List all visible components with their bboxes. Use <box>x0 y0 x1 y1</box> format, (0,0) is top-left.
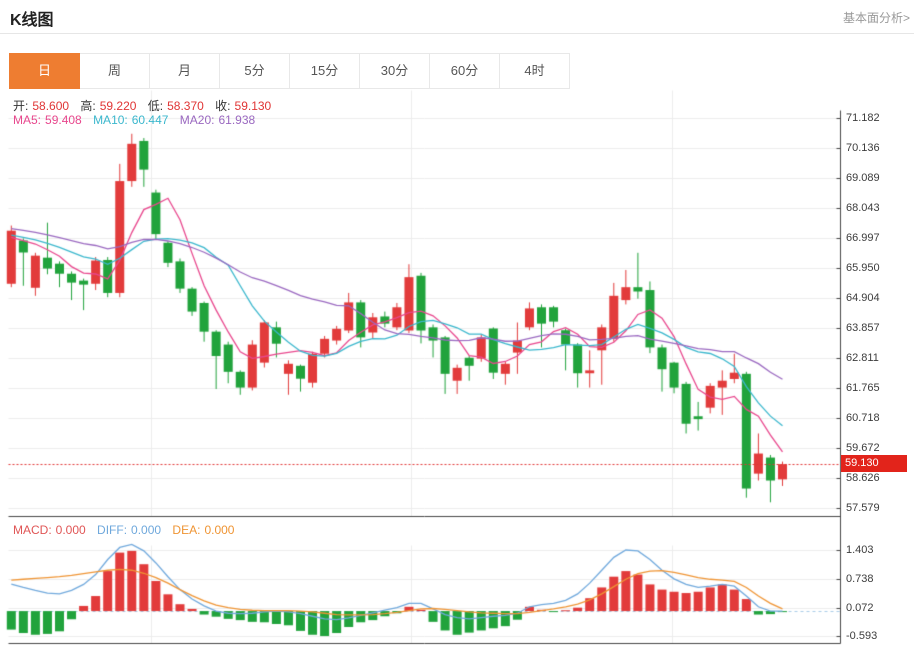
price-axis-label: 61.765 <box>846 382 880 394</box>
price-axis-label: 71.182 <box>846 112 880 124</box>
price-axis-label: 65.950 <box>846 262 880 274</box>
ohlc-high-value: 59.220 <box>100 99 137 113</box>
ma20-value: 61.938 <box>218 113 255 127</box>
tab-5min[interactable]: 5分 <box>219 53 290 89</box>
fundamental-analysis-link[interactable]: 基本面分析> <box>843 9 910 26</box>
macd-axis-label: -0.593 <box>846 630 877 642</box>
period-tabs: 日周月5分15分30分60分4时 <box>10 53 570 89</box>
tab-60min[interactable]: 60分 <box>429 53 500 89</box>
tab-week[interactable]: 周 <box>79 53 150 89</box>
macd-value: 0.000 <box>56 523 86 537</box>
ma10-value: 60.447 <box>132 113 169 127</box>
diff-value: 0.000 <box>131 523 161 537</box>
tab-4hour[interactable]: 4时 <box>499 53 570 89</box>
tab-30min[interactable]: 30分 <box>359 53 430 89</box>
ohlc-high-label: 高: <box>80 99 95 113</box>
ohlc-low-label: 低: <box>148 99 163 113</box>
macd-axis-label: 0.738 <box>846 573 874 585</box>
macd-axis-label: 1.403 <box>846 544 874 556</box>
tab-15min[interactable]: 15分 <box>289 53 360 89</box>
diff-label: DIFF: <box>97 523 127 537</box>
price-axis-label: 58.626 <box>846 472 880 484</box>
ohlc-open-label: 开: <box>13 99 28 113</box>
ohlc-open-value: 58.600 <box>32 99 69 113</box>
macd-axis-label: 0.072 <box>846 602 874 614</box>
current-price-badge: 59.130 <box>841 455 907 472</box>
macd-info-row: MACD: 0.000 DIFF: 0.000 DEA: 0.000 <box>13 523 242 537</box>
ma5-value: 59.408 <box>45 113 82 127</box>
price-axis-label: 68.043 <box>846 202 880 214</box>
price-axis-label: 70.136 <box>846 142 880 154</box>
page-title: K线图 <box>10 6 54 30</box>
header-divider <box>0 33 914 34</box>
dea-value: 0.000 <box>204 523 234 537</box>
price-axis-label: 62.811 <box>846 352 879 364</box>
tab-day[interactable]: 日 <box>9 53 80 89</box>
price-axis-label: 66.997 <box>846 232 880 244</box>
ohlc-close-value: 59.130 <box>235 99 272 113</box>
ohlc-close-label: 收: <box>215 99 230 113</box>
price-axis-label: 63.857 <box>846 322 880 334</box>
ohlc-low-value: 58.370 <box>167 99 204 113</box>
tab-month[interactable]: 月 <box>149 53 220 89</box>
ma5-label: MA5: <box>13 113 41 127</box>
ma20-label: MA20: <box>180 113 215 127</box>
ma-row: MA5: 59.408 MA10: 60.447 MA20:61.938 <box>13 113 263 127</box>
dea-label: DEA: <box>172 523 200 537</box>
price-axis-label: 69.089 <box>846 172 880 184</box>
price-axis-label: 60.718 <box>846 412 880 424</box>
price-axis-label: 59.672 <box>846 442 880 454</box>
price-axis-label: 57.579 <box>846 502 880 514</box>
price-axis-label: 64.904 <box>846 292 880 304</box>
kline-app: K线图 基本面分析> 日周月5分15分30分60分4时 开:58.600 高:5… <box>0 0 914 645</box>
ma10-label: MA10: <box>93 113 128 127</box>
ohlc-row: 开: 58.600 高: 59.220 低: 58.370 收: 59.130 <box>13 97 279 114</box>
macd-label: MACD: <box>13 523 52 537</box>
